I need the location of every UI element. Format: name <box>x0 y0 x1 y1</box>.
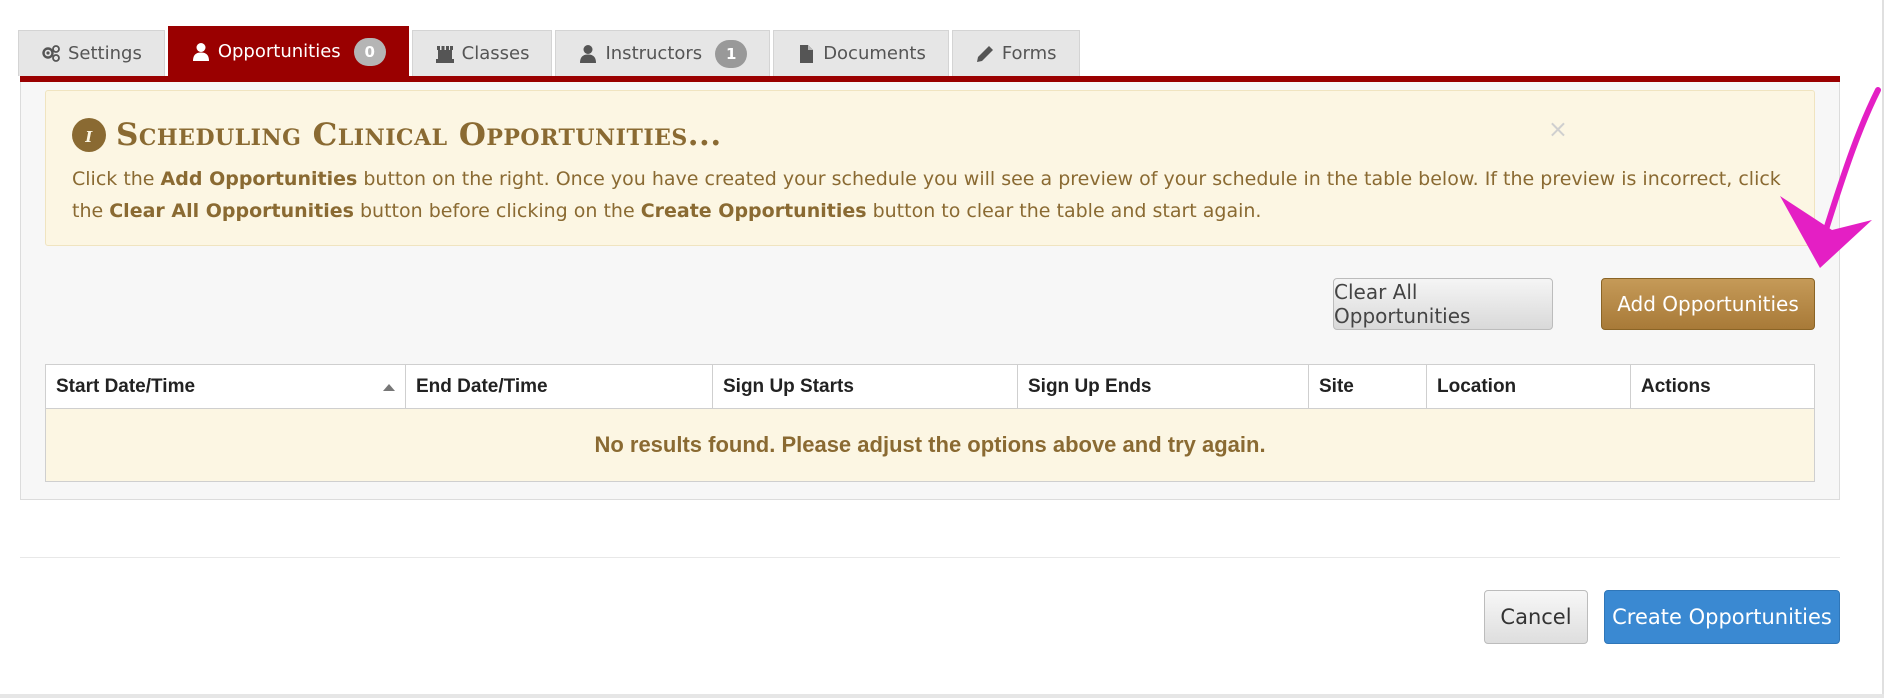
opportunities-table: Start Date/Time End Date/Time Sign Up St… <box>45 364 1815 482</box>
tab-label: Instructors <box>605 43 703 64</box>
info-icon: i <box>72 118 106 152</box>
alert-body: Click the Add Opportunities button on th… <box>72 163 1802 227</box>
column-header-actions: Actions <box>1631 365 1814 409</box>
pencil-icon <box>975 44 995 64</box>
table-header: Start Date/Time End Date/Time Sign Up St… <box>46 365 1814 409</box>
column-label: Start Date/Time <box>56 376 196 397</box>
column-header-location[interactable]: Location <box>1427 365 1631 409</box>
tab-bar: Settings Opportunities 0 Classes Instruc… <box>18 26 1083 76</box>
create-opportunities-button[interactable]: Create Opportunities <box>1604 590 1840 644</box>
alert-text: Click the <box>72 168 161 190</box>
column-label: End Date/Time <box>416 376 548 397</box>
classes-icon <box>435 44 455 64</box>
tab-label: Classes <box>461 43 530 64</box>
column-label: Location <box>1437 376 1517 397</box>
tab-label: Documents <box>823 43 926 64</box>
column-label: Site <box>1319 376 1354 397</box>
add-opportunities-button[interactable]: Add Opportunities <box>1601 278 1815 330</box>
alert-text-bold: Add Opportunities <box>160 168 358 190</box>
document-icon <box>796 44 816 64</box>
tab-opportunities[interactable]: Opportunities 0 <box>167 26 409 76</box>
column-header-start[interactable]: Start Date/Time <box>46 365 406 409</box>
tab-label: Settings <box>68 43 142 64</box>
column-header-site[interactable]: Site <box>1309 365 1427 409</box>
column-header-signup-ends[interactable]: Sign Up Ends <box>1018 365 1309 409</box>
alert-title-text: Scheduling Clinical Opportunities... <box>116 117 722 153</box>
count-badge: 0 <box>353 37 386 66</box>
cancel-button[interactable]: Cancel <box>1484 590 1588 644</box>
footer-divider <box>20 557 1840 558</box>
alert-text: button to clear the table and start agai… <box>866 200 1262 222</box>
user-icon <box>191 42 211 62</box>
empty-table-message: No results found. Please adjust the opti… <box>46 409 1814 481</box>
column-header-signup-starts[interactable]: Sign Up Starts <box>713 365 1018 409</box>
column-label: Actions <box>1641 376 1711 397</box>
alert-text-bold: Create Opportunities <box>640 200 867 222</box>
window-edge <box>0 694 1884 698</box>
close-icon[interactable]: × <box>1548 115 1568 143</box>
tab-instructors[interactable]: Instructors 1 <box>555 30 771 76</box>
user-icon <box>578 44 598 64</box>
sort-ascending-icon <box>383 384 395 391</box>
count-badge: 1 <box>715 39 748 68</box>
tab-label: Forms <box>1001 43 1057 64</box>
column-header-end[interactable]: End Date/Time <box>406 365 713 409</box>
alert-title: i Scheduling Clinical Opportunities... <box>72 117 722 153</box>
alert-text: button before clicking on the <box>353 200 641 222</box>
tab-settings[interactable]: Settings <box>18 30 165 76</box>
tab-label: Opportunities <box>217 41 341 62</box>
column-label: Sign Up Starts <box>723 376 854 397</box>
info-alert: i Scheduling Clinical Opportunities... ×… <box>45 90 1815 246</box>
alert-text-bold: Clear All Opportunities <box>109 200 354 222</box>
gears-icon <box>41 44 61 64</box>
annotation-arrow-icon <box>1780 87 1881 268</box>
tab-documents[interactable]: Documents <box>773 30 949 76</box>
tab-forms[interactable]: Forms <box>951 30 1080 76</box>
column-label: Sign Up Ends <box>1028 376 1152 397</box>
clear-all-opportunities-button[interactable]: Clear All Opportunities <box>1333 278 1553 330</box>
opportunities-panel: i Scheduling Clinical Opportunities... ×… <box>20 82 1840 500</box>
tab-classes[interactable]: Classes <box>411 30 553 76</box>
